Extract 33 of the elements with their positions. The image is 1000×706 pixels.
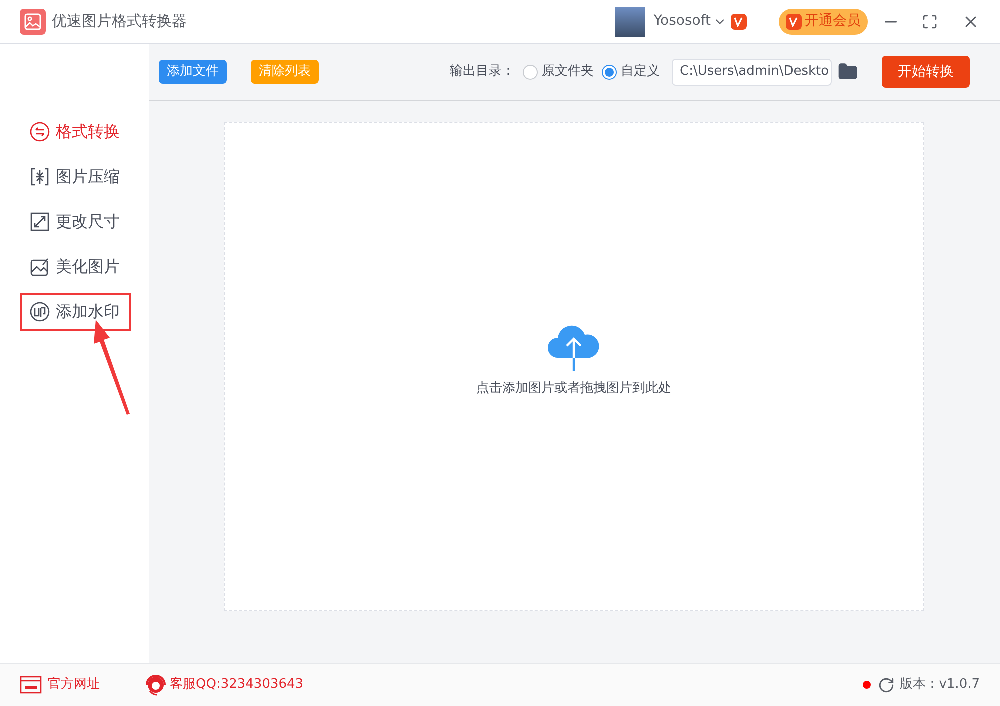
radio-option[interactable]: 自定义 (602, 62, 660, 82)
folder-icon[interactable] (838, 62, 858, 82)
app-logo-icon (20, 8, 46, 34)
sidebar-item[interactable]: 美化图片 (20, 248, 131, 286)
avatar-photo-placeholder (614, 6, 645, 36)
vip-icon (731, 14, 747, 30)
refresh-icon[interactable] (878, 676, 896, 694)
vip-badge-icon (786, 14, 802, 30)
compress-icon (30, 167, 50, 187)
radio-button[interactable] (523, 64, 538, 80)
sidebar-item[interactable]: 更改尺寸 (20, 203, 131, 241)
output-directory-label: 输出目录： (450, 63, 515, 82)
window-title: 优速图片格式转换器 (52, 11, 187, 32)
maximize-icon[interactable] (922, 14, 938, 30)
website-link[interactable]: 官方网址 (48, 675, 100, 695)
website-icon (20, 676, 42, 694)
version-label: 版本：v1.0.7 (900, 676, 980, 694)
swap-icon (30, 122, 50, 142)
start-convert-button[interactable]: 开始转换 (882, 56, 970, 88)
image-brush-icon (30, 257, 50, 277)
radio-button[interactable] (602, 64, 617, 80)
drop-zone[interactable]: 点击添加图片或者拖拽图片到此处 (224, 122, 924, 611)
sidebar-item[interactable]: 图片压缩 (20, 158, 131, 196)
path-field[interactable]: C:\Users\admin\Deskto (672, 58, 832, 86)
radio-option[interactable]: 原文件夹 (523, 62, 594, 82)
customer-service-qq[interactable]: 客服QQ:3234303643 (170, 675, 304, 695)
stamp-icon (30, 302, 50, 322)
drop-hint: 点击添加图片或者拖拽图片到此处 (476, 380, 672, 398)
sidebar-item[interactable]: 添加水印 (20, 293, 131, 331)
headset-icon (144, 673, 168, 697)
user-name: Yososoft (654, 12, 711, 31)
resize-icon (30, 212, 50, 232)
sidebar-item[interactable]: 格式转换 (20, 113, 131, 151)
